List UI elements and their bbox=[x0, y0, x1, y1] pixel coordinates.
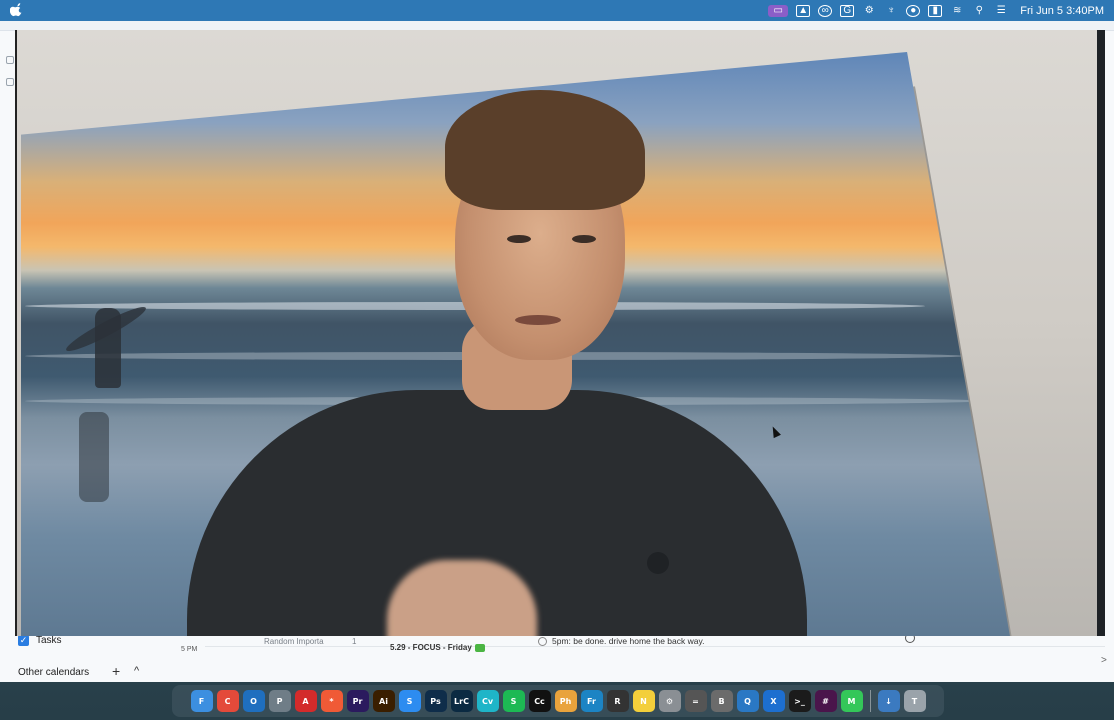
left-eye bbox=[507, 235, 531, 243]
dock-chrome-icon[interactable]: C bbox=[216, 690, 239, 712]
dock-xcode-icon[interactable]: X bbox=[762, 690, 785, 712]
video-overlay bbox=[15, 30, 1105, 636]
apple-menu-icon[interactable] bbox=[10, 3, 24, 17]
dock-downloads-icon[interactable]: ↓ bbox=[877, 690, 900, 712]
search-icon[interactable]: ⚲ bbox=[972, 5, 986, 17]
hour-gridline bbox=[205, 646, 1105, 647]
dock-freeform-icon[interactable]: Fr bbox=[580, 690, 603, 712]
presenter bbox=[187, 90, 807, 636]
surfer-reflection bbox=[79, 412, 109, 502]
event-focus-label: 5.29 - FOCUS - Friday bbox=[390, 643, 472, 652]
task-checkbox-icon[interactable] bbox=[538, 636, 547, 646]
tasks-toggle[interactable]: ✓ Tasks bbox=[18, 635, 62, 646]
control-center-icon[interactable]: ☰ bbox=[994, 5, 1008, 17]
shirt-logo-icon bbox=[647, 552, 669, 574]
event-random-important[interactable]: Random Importa bbox=[264, 637, 324, 646]
creative-cloud-icon[interactable]: ∞ bbox=[818, 4, 833, 17]
drive-icon[interactable]: ▲ bbox=[796, 4, 811, 17]
presenter-hair bbox=[445, 90, 645, 210]
dock-spotify-icon[interactable]: S bbox=[502, 690, 525, 712]
screen-share-icon[interactable]: ▭ bbox=[768, 4, 789, 17]
event-count: 1 bbox=[352, 637, 357, 646]
dock-acrobat-icon[interactable]: A bbox=[294, 690, 317, 712]
dock: F C O P A * Pr Ai S Ps LrC Cv S Cc Ph Fr R N ⚙ = B Q X >_ # M ↓ T bbox=[172, 685, 944, 717]
dock-screen-recorder-icon[interactable]: R bbox=[606, 690, 629, 712]
tasks-checkbox[interactable]: ✓ bbox=[18, 635, 29, 646]
wifi-icon[interactable]: ≋ bbox=[950, 5, 964, 17]
surfer-silhouette bbox=[95, 308, 121, 388]
dock-preview-icon[interactable]: P bbox=[268, 690, 291, 712]
dock-finder-icon[interactable]: F bbox=[190, 690, 213, 712]
hour-label: 5 PM bbox=[181, 646, 198, 653]
grid-icon[interactable] bbox=[6, 78, 14, 86]
other-calendars-label: Other calendars bbox=[18, 667, 90, 678]
calendar-bottom-area: ✓ Tasks 5 PM Random Importa 1 5.29 - FOC… bbox=[0, 631, 1114, 682]
dock-photoshop-icon[interactable]: Ps bbox=[424, 690, 447, 712]
dock-calculator-icon[interactable]: = bbox=[684, 690, 707, 712]
back-icon[interactable] bbox=[6, 56, 14, 64]
dock-spark-icon[interactable]: S bbox=[398, 690, 421, 712]
expand-panel-chevron-icon[interactable]: > bbox=[1101, 655, 1107, 666]
dock-lightroom-icon[interactable]: LrC bbox=[450, 690, 473, 712]
add-calendar-button[interactable]: + bbox=[112, 663, 120, 679]
menu-bar: ▭ ▲ ∞ G ⚙ ♆ ● ▮ ≋ ⚲ ☰ Fri Jun 5 3:40PM bbox=[0, 0, 1114, 21]
task-item[interactable]: 5pm: be done. drive home the back way. bbox=[538, 636, 704, 646]
dock-bartender-icon[interactable]: B bbox=[710, 690, 733, 712]
user-icon[interactable]: ● bbox=[906, 4, 921, 17]
event-focus-friday[interactable]: 5.29 - FOCUS - Friday bbox=[390, 643, 485, 652]
dock-terminal-icon[interactable]: >_ bbox=[788, 690, 811, 712]
dock-slack-icon[interactable]: # bbox=[814, 690, 837, 712]
check-badge-icon bbox=[474, 643, 485, 652]
dock-notes-icon[interactable]: N bbox=[632, 690, 655, 712]
task-label: 5pm: be done. drive home the back way. bbox=[552, 636, 705, 646]
right-eye bbox=[572, 235, 596, 243]
dock-canva-icon[interactable]: Cv bbox=[476, 690, 499, 712]
menu-clock[interactable]: Fri Jun 5 3:40PM bbox=[1020, 5, 1104, 17]
dock-premiere-icon[interactable]: Pr bbox=[346, 690, 369, 712]
presenter-mouth bbox=[515, 315, 561, 325]
dock-photos-icon[interactable]: Ph bbox=[554, 690, 577, 712]
dock-trash-icon[interactable]: T bbox=[903, 690, 926, 712]
collapse-chevron-icon[interactable]: ^ bbox=[134, 665, 139, 677]
gear-icon[interactable]: ⚙ bbox=[862, 5, 876, 17]
dock-perplexity-icon[interactable]: * bbox=[320, 690, 343, 712]
dock-outlook-icon[interactable]: O bbox=[242, 690, 265, 712]
dock-proton-icon[interactable]: Q bbox=[736, 690, 759, 712]
dock-settings-icon[interactable]: ⚙ bbox=[658, 690, 681, 712]
grammarly-icon[interactable]: G bbox=[840, 4, 855, 17]
tasks-label: Tasks bbox=[36, 635, 62, 646]
dock-capcut-icon[interactable]: Cc bbox=[528, 690, 551, 712]
dock-messages-icon[interactable]: M bbox=[840, 690, 863, 712]
dock-separator bbox=[869, 690, 871, 712]
battery-icon[interactable]: ▮ bbox=[928, 4, 943, 17]
dock-illustrator-icon[interactable]: Ai bbox=[372, 690, 395, 712]
wrapped-icon[interactable]: ♆ bbox=[884, 5, 898, 17]
